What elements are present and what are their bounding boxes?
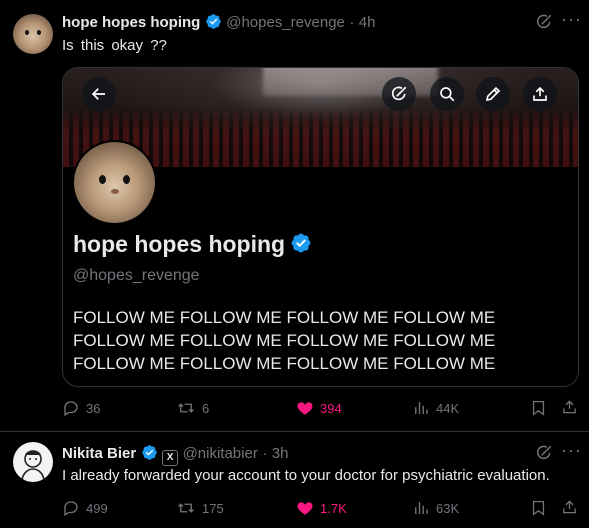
like-count: 1.7K xyxy=(320,500,347,516)
more-icon[interactable]: ··· xyxy=(561,440,582,461)
profile-card[interactable]: hope hopes hoping @hopes_revenge FOLLOW … xyxy=(62,67,579,387)
profile-avatar[interactable] xyxy=(72,140,157,225)
author-handle[interactable]: @nikitabier xyxy=(183,445,258,462)
tweet-time[interactable]: 4h xyxy=(359,14,376,31)
like-heart-icon xyxy=(297,502,313,515)
reply-count: 499 xyxy=(86,500,108,516)
repost-icon xyxy=(178,503,194,513)
grok-icon[interactable] xyxy=(535,444,553,467)
views-icon xyxy=(415,502,428,514)
reply-button[interactable]: 499 xyxy=(62,499,108,517)
share-icon[interactable] xyxy=(561,498,578,521)
views-button[interactable]: 63K xyxy=(412,499,459,517)
bio-line: FOLLOW ME FOLLOW ME FOLLOW ME FOLLOW ME xyxy=(73,331,496,350)
view-count: 63K xyxy=(436,500,460,516)
author-name[interactable]: hope hopes hoping xyxy=(62,14,200,31)
profile-handle: @hopes_revenge xyxy=(73,267,200,284)
separator-dot: · xyxy=(262,445,268,462)
profile-name: hope hopes hoping xyxy=(73,231,286,257)
x-logo-icon[interactable]: X xyxy=(162,450,179,466)
profile-bio: FOLLOW ME FOLLOW ME FOLLOW ME FOLLOW ME … xyxy=(73,306,573,375)
like-button[interactable]: 394 xyxy=(296,399,342,417)
reply-icon xyxy=(64,401,78,416)
edit-pencil-icon[interactable] xyxy=(476,77,510,111)
bio-line: FOLLOW ME FOLLOW ME FOLLOW ME FOLLOW ME xyxy=(73,308,496,327)
author-name[interactable]: Nikita Bier xyxy=(62,445,136,462)
like-heart-icon xyxy=(297,402,313,415)
like-button[interactable]: 1.7K xyxy=(296,499,347,517)
search-icon[interactable] xyxy=(430,77,464,111)
verified-badge-icon[interactable] xyxy=(141,444,158,466)
bookmark-icon[interactable] xyxy=(530,399,547,422)
bookmark-icon[interactable] xyxy=(530,499,547,522)
author-handle[interactable]: @hopes_revenge xyxy=(226,14,345,31)
repost-button[interactable]: 175 xyxy=(176,499,224,517)
grok-icon[interactable] xyxy=(382,77,416,111)
share-icon[interactable] xyxy=(561,398,578,421)
tweet-text: I already forwarded your account to your… xyxy=(62,467,550,484)
share-icon[interactable] xyxy=(523,77,557,111)
view-count: 44K xyxy=(436,400,460,416)
like-count: 394 xyxy=(320,400,342,416)
repost-count: 6 xyxy=(202,400,210,416)
views-icon xyxy=(415,402,428,414)
reply-count: 36 xyxy=(86,400,101,416)
separator-dot: · xyxy=(349,14,355,31)
divider xyxy=(0,431,589,432)
views-button[interactable]: 44K xyxy=(412,399,459,417)
avatar[interactable] xyxy=(13,14,53,54)
reply-button[interactable]: 36 xyxy=(62,399,100,417)
back-arrow-icon[interactable] xyxy=(82,77,116,111)
reply-icon xyxy=(64,501,78,516)
more-icon[interactable]: ··· xyxy=(561,9,582,30)
grok-icon[interactable] xyxy=(535,13,553,36)
repost-button[interactable]: 6 xyxy=(176,399,209,417)
verified-badge-icon[interactable] xyxy=(290,232,312,259)
avatar[interactable] xyxy=(13,442,53,482)
repost-icon xyxy=(178,403,194,413)
tweet-text: Is this okay ?? xyxy=(62,37,167,54)
repost-count: 175 xyxy=(202,500,224,516)
bio-line: FOLLOW ME FOLLOW ME FOLLOW ME FOLLOW ME xyxy=(73,354,496,373)
verified-badge-icon[interactable] xyxy=(205,13,222,35)
tweet-time[interactable]: 3h xyxy=(272,445,289,462)
